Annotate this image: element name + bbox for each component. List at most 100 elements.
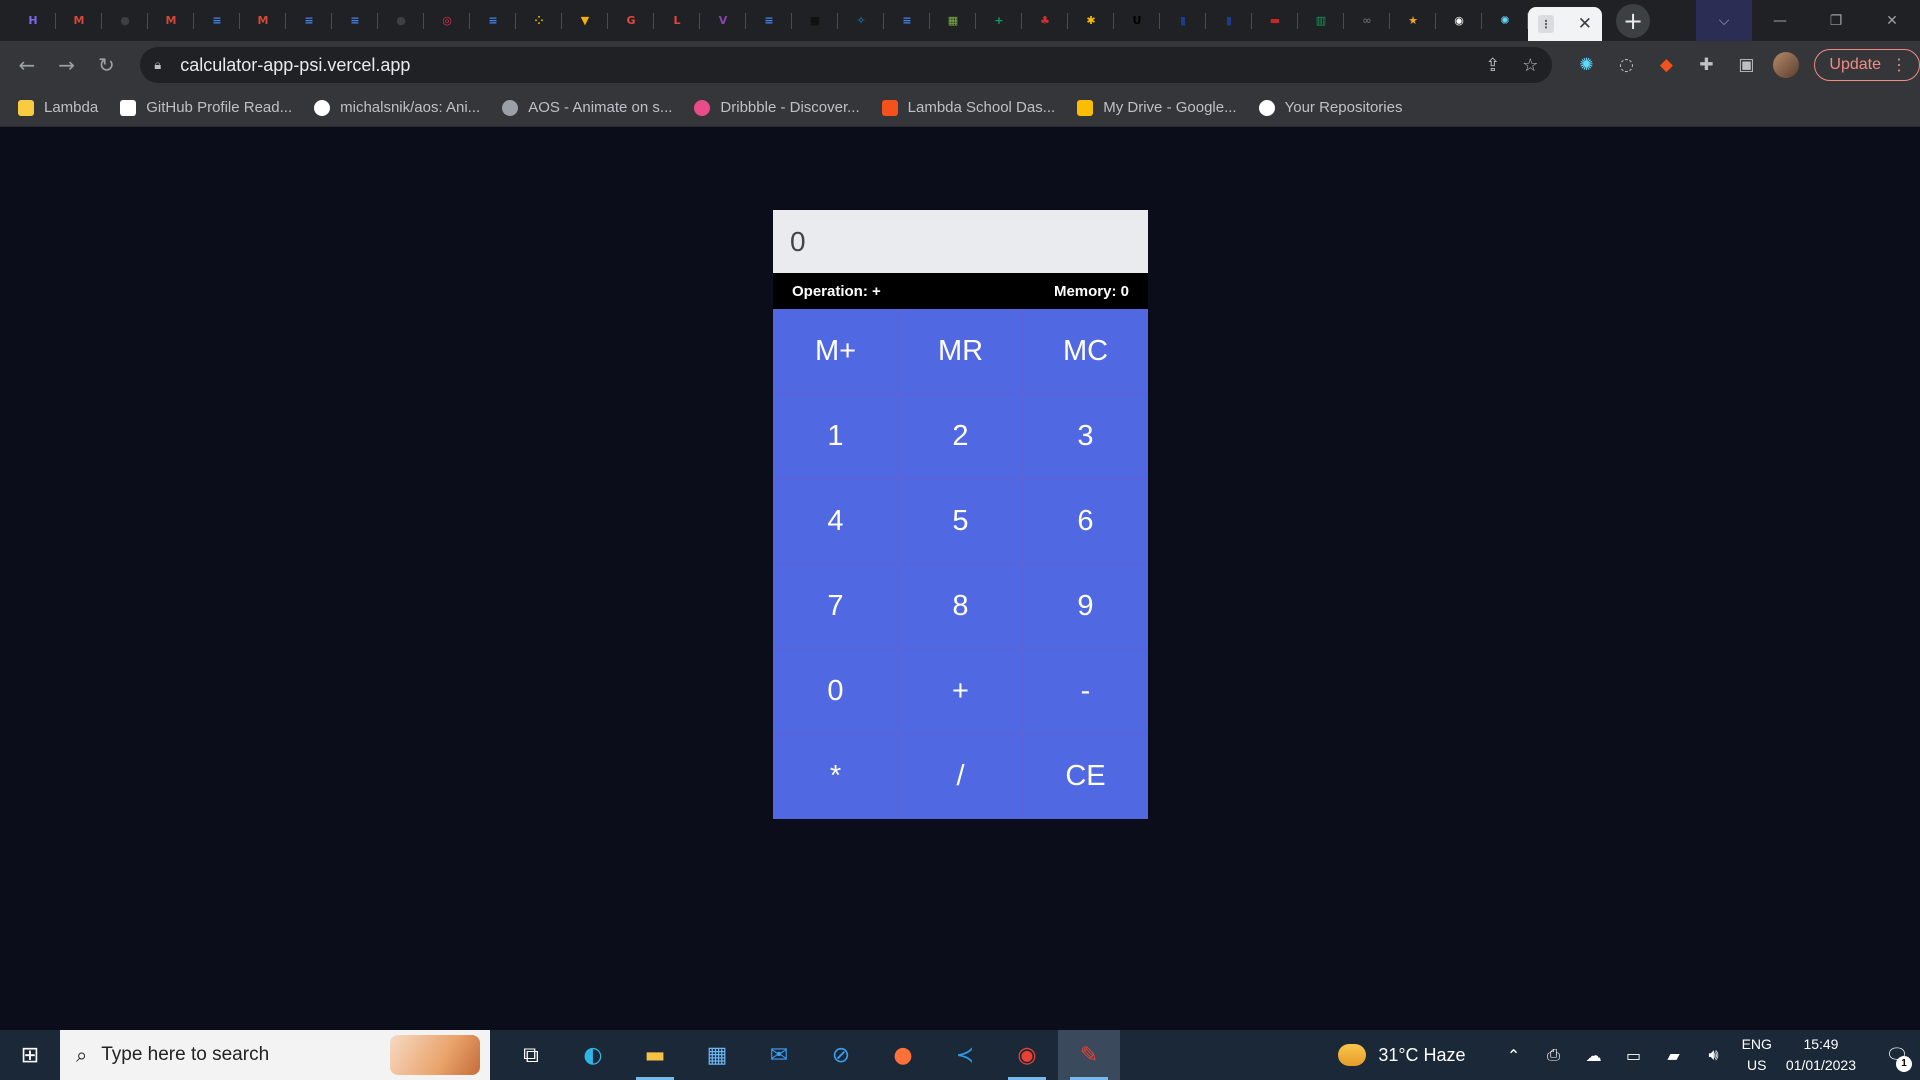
bookmark-star-icon[interactable]: ☆ — [1522, 55, 1538, 76]
browser-tab[interactable]: ≡ — [194, 0, 240, 41]
browser-tab[interactable]: M — [56, 0, 102, 41]
browser-tab[interactable]: ▥ — [1298, 0, 1344, 41]
browser-tab[interactable]: ▮ — [1206, 0, 1252, 41]
bookmark-item[interactable]: Your Repositories — [1258, 99, 1402, 116]
browser-tab[interactable]: ≡ — [746, 0, 792, 41]
browser-tab[interactable]: ▦ — [930, 0, 976, 41]
key-digit-9-button[interactable]: 9 — [1023, 564, 1148, 649]
bookmark-item[interactable]: Dribbble - Discover... — [694, 99, 860, 116]
language-indicator[interactable]: ENG US — [1742, 1034, 1772, 1076]
new-tab-button[interactable]: + — [1616, 3, 1650, 38]
key-digit-2-button[interactable]: 2 — [898, 394, 1023, 479]
browser-tab[interactable]: ● — [378, 0, 424, 41]
back-icon[interactable]: ← — [7, 45, 47, 85]
battery-icon[interactable]: ▰ — [1654, 1046, 1694, 1065]
key-digit-7-button[interactable]: 7 — [773, 564, 898, 649]
onedrive-icon[interactable]: ☁ — [1574, 1046, 1614, 1065]
bookmark-item[interactable]: Lambda — [18, 99, 98, 116]
forward-icon[interactable]: → — [47, 45, 87, 85]
bookmark-item[interactable]: My Drive - Google... — [1077, 99, 1237, 116]
side-panel-icon[interactable]: ▣ — [1726, 45, 1766, 85]
edge-icon[interactable]: ◐ — [562, 1030, 624, 1080]
windows-start-icon[interactable]: ⊞ — [0, 1030, 60, 1080]
browser-tab[interactable]: ⁘ — [516, 0, 562, 41]
browser-tab[interactable]: M — [240, 0, 286, 41]
browser-tab[interactable]: ✱ — [1068, 0, 1114, 41]
bookmark-item[interactable]: GitHub Profile Read... — [120, 99, 292, 116]
browser-tab[interactable]: ▼ — [562, 0, 608, 41]
key-plus-button[interactable]: + — [898, 649, 1023, 734]
browser-tab[interactable]: G — [608, 0, 654, 41]
browser-tab[interactable]: ★ — [1390, 0, 1436, 41]
close-window-icon[interactable]: ✕ — [1864, 0, 1920, 41]
browser-tab[interactable]: ♣ — [1022, 0, 1068, 41]
paint-icon[interactable]: ✎ — [1058, 1030, 1120, 1080]
key-digit-0-button[interactable]: 0 — [773, 649, 898, 734]
meet-now-icon[interactable]: ⎙ — [1534, 1045, 1574, 1065]
chrome-icon[interactable]: ◉ — [996, 1030, 1058, 1080]
key-memory-add-button[interactable]: M+ — [773, 309, 898, 394]
minimize-icon[interactable]: — — [1752, 0, 1808, 41]
close-tab-icon[interactable]: ✕ — [1578, 14, 1592, 34]
browser-tab[interactable]: ≡ — [286, 0, 332, 41]
browser-tab[interactable]: ▮ — [1160, 0, 1206, 41]
key-minus-button[interactable]: - — [1023, 649, 1148, 734]
browser-tab[interactable]: ◉ — [1436, 0, 1482, 41]
taskbar-search[interactable]: ⌕ Type here to search — [60, 1030, 490, 1080]
browser-tab[interactable]: ≡ — [470, 0, 516, 41]
key-digit-3-button[interactable]: 3 — [1023, 394, 1148, 479]
react-devtools-icon[interactable]: ✺ — [1566, 45, 1606, 85]
url-text[interactable]: calculator-app-psi.vercel.app — [180, 55, 1463, 76]
browser-tab[interactable]: L — [654, 0, 700, 41]
browser-tab[interactable]: ≡ — [884, 0, 930, 41]
browser-tab[interactable]: ✧ — [838, 0, 884, 41]
extension-orange-icon[interactable]: ◆ — [1646, 45, 1686, 85]
volume-icon[interactable]: 🔊︎ — [1694, 1045, 1734, 1065]
browser-tab[interactable]: ■ — [792, 0, 838, 41]
key-digit-8-button[interactable]: 8 — [898, 564, 1023, 649]
tab-search-icon[interactable]: ⌵ — [1696, 0, 1752, 41]
browser-tab[interactable]: + — [976, 0, 1022, 41]
browser-tab[interactable]: V — [700, 0, 746, 41]
browser-tab[interactable]: H — [10, 0, 56, 41]
key-digit-1-button[interactable]: 1 — [773, 394, 898, 479]
file-explorer-icon[interactable]: ▬ — [624, 1030, 686, 1080]
browser-tab[interactable]: ▬ — [1252, 0, 1298, 41]
key-divide-button[interactable]: / — [898, 734, 1023, 819]
browser-tab[interactable]: ∞ — [1344, 0, 1390, 41]
key-clear-entry-button[interactable]: CE — [1023, 734, 1148, 819]
store-icon[interactable]: ▦ — [686, 1030, 748, 1080]
browser-tab[interactable]: M — [148, 0, 194, 41]
firefox-icon[interactable]: ● — [872, 1030, 934, 1080]
mail-icon[interactable]: ✉ — [748, 1030, 810, 1080]
browser-tab[interactable]: ● — [102, 0, 148, 41]
extension-icon[interactable]: ◌ — [1606, 45, 1646, 85]
update-button[interactable]: Update ⋮ — [1814, 49, 1920, 81]
reload-icon[interactable]: ↻ — [87, 45, 127, 85]
address-bar[interactable]: 🔒︎ calculator-app-psi.vercel.app ⇪ ☆ — [140, 47, 1553, 83]
notification-icon[interactable]: 🗨︎ 1 — [1874, 1045, 1920, 1072]
restore-icon[interactable]: ❐ — [1808, 0, 1864, 41]
key-memory-clear-button[interactable]: MC — [1023, 309, 1148, 394]
bookmark-item[interactable]: Lambda School Das... — [881, 99, 1055, 116]
puzzle-icon[interactable]: ✚ — [1686, 45, 1726, 85]
active-tab[interactable]: ⋮ ✕ — [1528, 7, 1602, 41]
key-multiply-button[interactable]: * — [773, 734, 898, 819]
task-view-icon[interactable]: ⧉ — [500, 1030, 562, 1080]
display-icon[interactable]: ▭ — [1614, 1046, 1654, 1065]
browser-tab[interactable]: ◎ — [424, 0, 470, 41]
safari-icon[interactable]: ⊘ — [810, 1030, 872, 1080]
profile-avatar[interactable] — [1766, 45, 1806, 85]
key-digit-5-button[interactable]: 5 — [898, 479, 1023, 564]
browser-tab[interactable]: ≡ — [332, 0, 378, 41]
weather-widget[interactable]: 31°C Haze — [1338, 1044, 1466, 1066]
vscode-icon[interactable]: ≺ — [934, 1030, 996, 1080]
clock[interactable]: 15:49 01/01/2023 — [1786, 1034, 1856, 1076]
bookmark-item[interactable]: AOS - Animate on s... — [502, 99, 672, 116]
share-icon[interactable]: ⇪ — [1485, 55, 1500, 76]
browser-tab[interactable]: U — [1114, 0, 1160, 41]
chevron-up-icon[interactable]: ⌃ — [1494, 1046, 1534, 1065]
browser-tab[interactable]: ✺ — [1482, 0, 1528, 41]
key-digit-6-button[interactable]: 6 — [1023, 479, 1148, 564]
bookmark-item[interactable]: michalsnik/aos: Ani... — [314, 99, 480, 116]
